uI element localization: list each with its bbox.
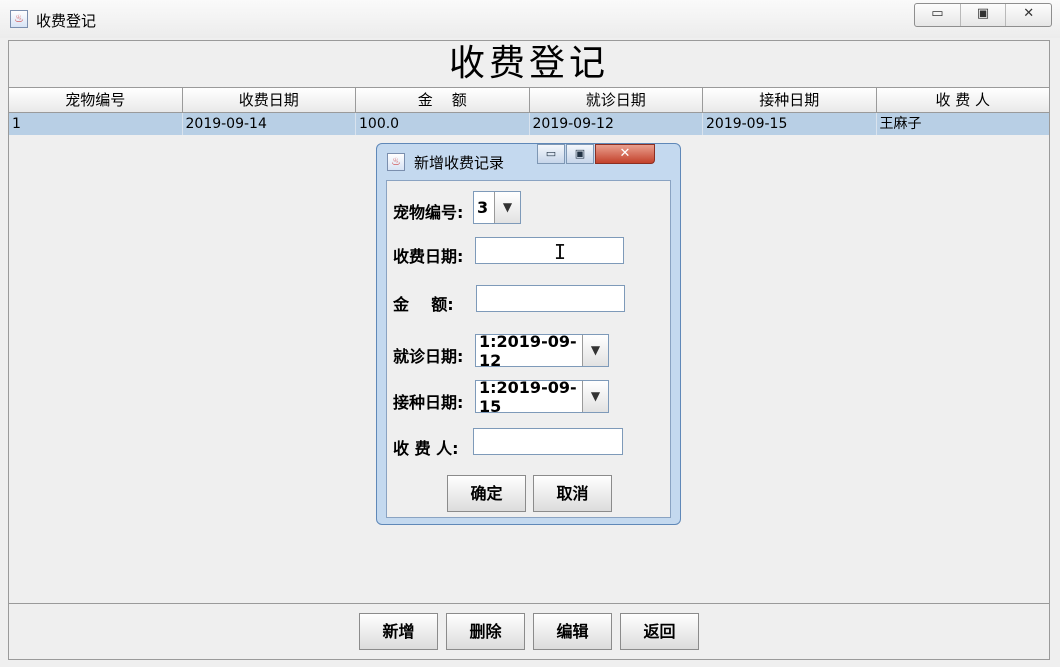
title-bar[interactable]: ♨ 收费登记 ▭ ▣ ✕ <box>0 0 1060 38</box>
dialog-window-controls: ▭ ▣ ✕ <box>537 144 655 166</box>
action-bar: 新增 删除 编辑 返回 <box>9 603 1049 659</box>
chevron-down-icon[interactable]: ▼ <box>494 192 520 223</box>
dialog-close-button[interactable]: ✕ <box>595 144 655 164</box>
pet-id-label: 宠物编号: <box>393 203 464 222</box>
collector-label: 收 费 人: <box>393 439 459 458</box>
column-header-collector[interactable]: 收 费 人 <box>877 88 1050 112</box>
table-header: 宠物编号 收费日期 金 额 就诊日期 接种日期 收 费 人 <box>9 87 1049 113</box>
table-cell: 1 <box>9 113 183 135</box>
visit-date-label: 就诊日期: <box>393 347 464 366</box>
dialog-form: 宠物编号: 3 ▼ 收费日期: I 金 额: 就诊日期: 1:2019-09-1… <box>386 180 671 518</box>
text-cursor-icon: I <box>554 240 567 264</box>
back-button[interactable]: 返回 <box>620 613 699 650</box>
maximize-button[interactable]: ▣ <box>959 4 1006 26</box>
dialog-maximize-button[interactable]: ▣ <box>566 144 594 164</box>
column-header-visit-date[interactable]: 就诊日期 <box>530 88 703 112</box>
pet-id-select[interactable]: 3 ▼ <box>473 191 521 224</box>
confirm-button[interactable]: 确定 <box>447 475 526 512</box>
table-cell: 2019-09-12 <box>530 113 703 135</box>
amount-input[interactable] <box>476 285 625 312</box>
java-app-icon: ♨ <box>10 10 28 28</box>
edit-button[interactable]: 编辑 <box>533 613 612 650</box>
java-app-icon: ♨ <box>387 153 405 171</box>
vaccine-date-label: 接种日期: <box>393 393 464 412</box>
table-row[interactable]: 1 2019-09-14 100.0 2019-09-12 2019-09-15… <box>9 113 1049 135</box>
page-title: 收费登记 <box>448 43 609 84</box>
delete-button[interactable]: 删除 <box>446 613 525 650</box>
cancel-button[interactable]: 取消 <box>533 475 612 512</box>
vaccine-date-value: 1:2019-09-15 <box>479 377 577 416</box>
fee-date-input[interactable] <box>475 237 624 264</box>
column-header-fee-date[interactable]: 收费日期 <box>183 88 356 112</box>
column-header-amount[interactable]: 金 额 <box>356 88 530 112</box>
main-window: ♨ 收费登记 ▭ ▣ ✕ 收费登记 宠物编号 收费日期 金 额 就诊日期 接种日… <box>0 0 1060 667</box>
vaccine-date-select[interactable]: 1:2019-09-15 ▼ <box>475 377 609 416</box>
amount-label: 金 额: <box>393 295 454 314</box>
visit-date-select[interactable]: 1:2019-09-12 ▼ <box>475 331 609 370</box>
dialog-title: 新增收费记录 <box>414 154 505 172</box>
table-cell: 王麻子 <box>879 116 922 132</box>
visit-date-value: 1:2019-09-12 <box>479 331 577 370</box>
table-cell: 2019-09-14 <box>183 113 356 135</box>
chevron-down-icon[interactable]: ▼ <box>582 335 608 366</box>
close-button[interactable]: ✕ <box>1005 4 1051 26</box>
add-fee-dialog: ♨ 新增收费记录 ▭ ▣ ✕ 宠物编号: 3 ▼ 收费日期: I 金 额: 就诊… <box>376 143 681 525</box>
add-button[interactable]: 新增 <box>359 613 438 650</box>
dialog-minimize-button[interactable]: ▭ <box>537 144 565 164</box>
chevron-down-icon[interactable]: ▼ <box>582 381 608 412</box>
fee-date-label: 收费日期: <box>393 247 464 266</box>
window-title: 收费登记 <box>36 12 97 30</box>
window-controls: ▭ ▣ ✕ <box>914 3 1052 27</box>
collector-input[interactable] <box>473 428 623 455</box>
column-header-pet-id[interactable]: 宠物编号 <box>9 88 183 112</box>
table-cell: 2019-09-15 <box>703 113 877 135</box>
column-header-vaccine-date[interactable]: 接种日期 <box>703 88 877 112</box>
table-cell: 100.0 <box>356 113 530 135</box>
pet-id-value: 3 <box>477 198 489 217</box>
minimize-button[interactable]: ▭ <box>915 4 960 26</box>
